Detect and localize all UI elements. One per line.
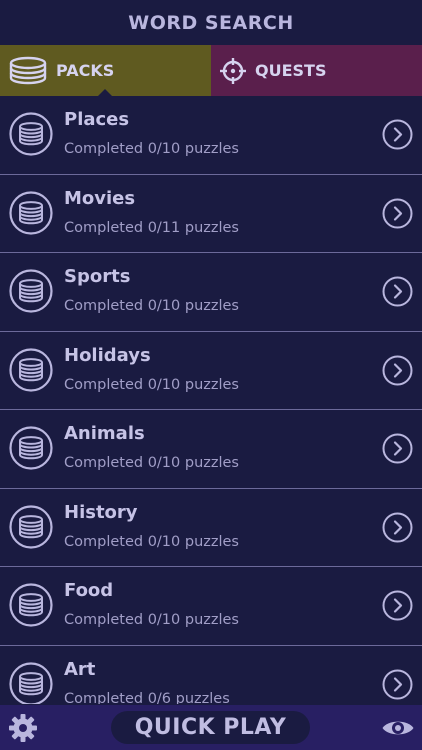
pack-row[interactable]: Movies Completed 0/11 puzzles [0, 175, 422, 253]
chevron-right-icon[interactable] [382, 119, 413, 150]
coin-stack-icon [9, 269, 53, 313]
chevron-right-icon[interactable] [382, 669, 413, 700]
pack-title: Holidays [64, 344, 151, 366]
coin-stack-icon [9, 190, 53, 235]
chevron-right-icon[interactable] [382, 276, 413, 307]
pack-row[interactable]: Food Completed 0/10 puzzles [0, 567, 422, 646]
coin-stack-icon [9, 583, 53, 627]
pack-title: Animals [64, 423, 145, 444]
tab-packs-label: PACKS [56, 61, 115, 80]
eye-icon[interactable] [381, 717, 415, 739]
coin-stack-icon [9, 661, 53, 704]
pack-progress: Completed 0/10 puzzles [64, 455, 239, 471]
coin-stack-icon [9, 56, 47, 84]
coin-stack-icon [9, 347, 53, 392]
pack-title: Food [64, 580, 114, 601]
active-tab-pointer [98, 89, 112, 96]
gear-icon[interactable] [8, 713, 38, 743]
pack-row[interactable]: Art Completed 0/6 puzzles [0, 646, 422, 705]
coin-stack-icon [9, 426, 53, 470]
tab-packs[interactable]: PACKS [0, 45, 211, 96]
pack-title: Art [64, 658, 96, 680]
pack-title: Places [64, 109, 130, 130]
pack-row[interactable]: Sports Completed 0/10 puzzles [0, 253, 422, 332]
pack-row[interactable]: Holidays Completed 0/10 puzzles [0, 332, 422, 410]
tab-quests-label: QUESTS [255, 61, 327, 80]
pack-row[interactable]: Animals Completed 0/10 puzzles [0, 410, 422, 489]
pack-progress: Completed 0/10 puzzles [64, 612, 239, 628]
coin-stack-icon [9, 112, 53, 156]
chevron-right-icon[interactable] [382, 355, 413, 386]
pack-progress: Completed 0/11 puzzles [64, 219, 239, 236]
quick-play-button[interactable]: QUICK PLAY [111, 711, 310, 744]
pack-title: Movies [64, 187, 136, 209]
pack-title: History [64, 501, 138, 523]
chevron-right-icon[interactable] [382, 590, 413, 621]
app-title: WORD SEARCH [128, 11, 294, 34]
bottom-bar: QUICK PLAY [0, 705, 422, 750]
pack-row[interactable]: History Completed 0/10 puzzles [0, 489, 422, 567]
chevron-right-icon[interactable] [382, 433, 413, 464]
chevron-right-icon[interactable] [382, 512, 413, 543]
pack-title: Sports [64, 266, 131, 287]
tab-quests[interactable]: QUESTS [211, 45, 422, 96]
pack-progress: Completed 0/10 puzzles [64, 141, 239, 157]
pack-progress: Completed 0/10 puzzles [64, 533, 239, 550]
pack-progress: Completed 0/6 puzzles [64, 690, 230, 705]
crosshair-icon [220, 57, 246, 84]
pack-progress: Completed 0/10 puzzles [64, 376, 239, 393]
pack-row[interactable]: Places Completed 0/10 puzzles [0, 96, 422, 175]
app-header: WORD SEARCH [0, 0, 422, 45]
tab-bar: PACKS QUESTS [0, 45, 422, 96]
chevron-right-icon[interactable] [382, 198, 413, 229]
coin-stack-icon [9, 504, 53, 549]
pack-progress: Completed 0/10 puzzles [64, 298, 239, 314]
pack-list: Places Completed 0/10 puzzles Movies Com… [0, 96, 422, 704]
